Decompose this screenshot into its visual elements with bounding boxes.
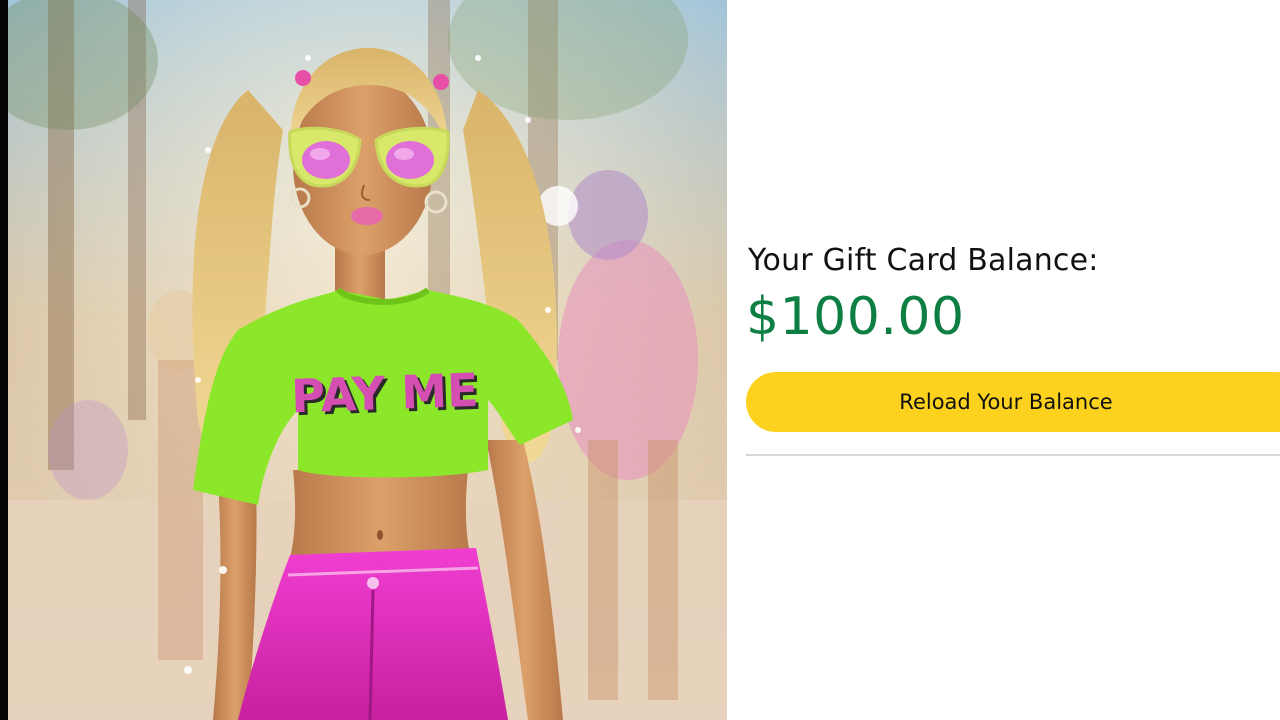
gift-card-balance-label: Your Gift Card Balance:: [748, 243, 1099, 278]
screen: PAY ME PAY ME Your Gift Card Balance: $1…: [0, 0, 1280, 720]
left-edge-border: [0, 0, 8, 720]
promo-photo: PAY ME PAY ME: [8, 0, 727, 720]
reload-balance-button-label: Reload Your Balance: [899, 390, 1113, 414]
divider: [746, 454, 1280, 456]
gift-card-balance-amount: $100.00: [746, 287, 965, 347]
shirt-text-highlight: PAY ME: [290, 363, 479, 424]
doll-illustration: PAY ME PAY ME: [8, 0, 727, 720]
gift-card-panel: Your Gift Card Balance: $100.00 Reload Y…: [727, 0, 1280, 720]
reload-balance-button[interactable]: Reload Your Balance: [746, 372, 1280, 432]
